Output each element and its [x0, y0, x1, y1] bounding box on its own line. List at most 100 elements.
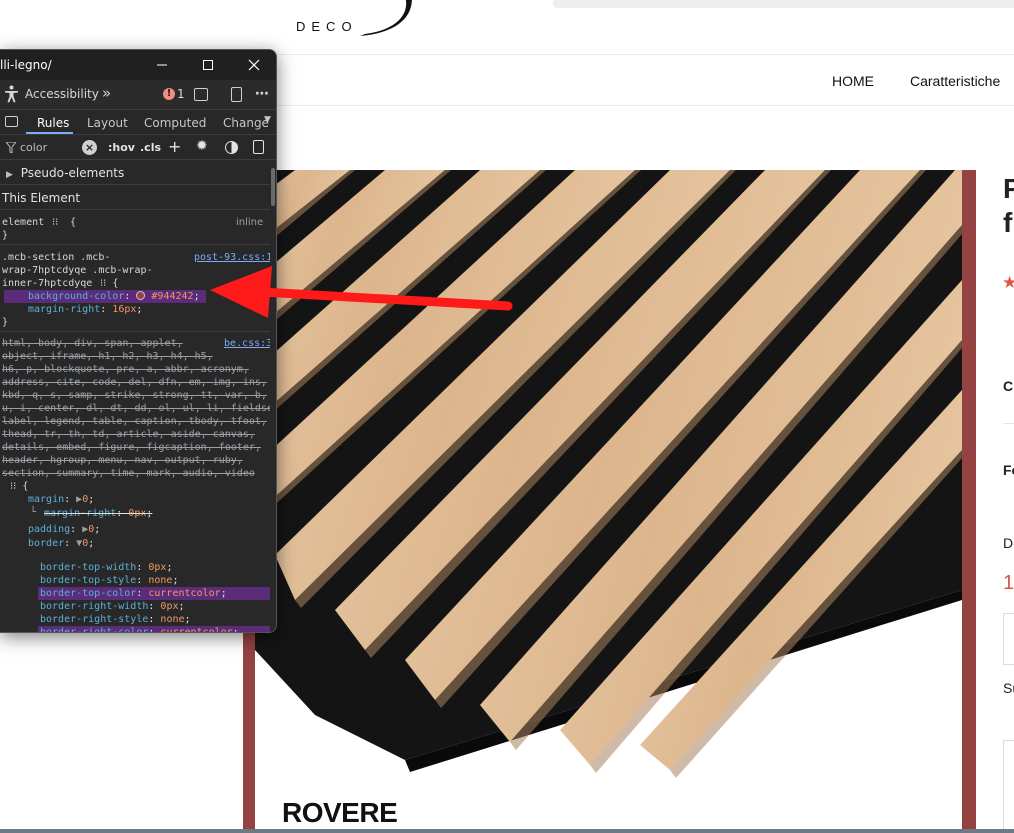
tab-computed[interactable]: Computed [144, 116, 206, 130]
declaration-padding[interactable]: padding: ▶0; [28, 523, 100, 536]
property-value[interactable]: 0px [160, 601, 178, 612]
devtools-titlebar[interactable]: lli-legno/ [0, 50, 276, 80]
tab-changes[interactable]: Change [223, 116, 269, 130]
rule-source-link[interactable]: post-93.css:1 [194, 251, 270, 264]
section-header: This Element [0, 186, 270, 210]
accessibility-icon [5, 85, 18, 103]
issues-icon[interactable]: ! [163, 88, 175, 100]
property-value[interactable]: 16px [112, 304, 136, 315]
hover-state-button[interactable]: :hov [108, 141, 135, 154]
declaration-margin-right[interactable]: margin-right: 16px; [28, 303, 142, 316]
info-label-fo: Fo [1003, 462, 1014, 478]
devtools-window[interactable]: lli-legno/ Accessibility » ! 1 ⋯ Rules L… [0, 49, 277, 633]
rule-selector: address, cite, code, del, dfn, em, img, … [2, 377, 267, 388]
property-value[interactable]: 0px [128, 508, 146, 519]
longhand-declaration[interactable]: border-right-width: 0px; [40, 600, 185, 613]
rule-selector: thead, tr, th, td, article, aside, canva… [2, 429, 255, 440]
grid-icon: ⁝⁝ { [100, 278, 119, 289]
styles-scrollbar[interactable] [271, 168, 275, 206]
styles-filter-bar: color × :hov .cls + ✹ [0, 136, 276, 160]
property-name: border-top-color [40, 588, 137, 599]
property-value[interactable]: #944242 [151, 291, 193, 302]
minimize-icon [157, 64, 167, 66]
grid-icon: ⁝⁝ [52, 217, 59, 228]
pseudo-elements-label: Pseudo-elements [20, 166, 125, 180]
declaration-margin-right-overridden[interactable]: margin-right: 0px; [44, 507, 152, 520]
longhand-declaration[interactable]: border-top-style: none; [40, 574, 179, 587]
declaration-background-color[interactable]: background-color: #944242; [28, 290, 200, 303]
tab-accessibility[interactable]: Accessibility [25, 87, 99, 101]
longhand-declaration[interactable]: border-top-width: 0px; [40, 561, 172, 574]
rule-source-link[interactable]: be.css:3 [224, 337, 270, 350]
element-style-rule[interactable]: element ⁝⁝ { inline } [0, 211, 270, 245]
site-nav: HOME Caratteristiche [278, 55, 1014, 105]
info-label-d: D [1003, 535, 1014, 551]
reset-rule[interactable]: be.css:3 html, body, div, span, applet, … [0, 333, 270, 632]
site-search-bar[interactable] [553, 0, 1014, 8]
quantity-input[interactable] [1003, 613, 1014, 665]
tab-rules[interactable]: Rules [37, 116, 69, 130]
more-tabs-icon[interactable]: » [102, 84, 111, 102]
property-name: border-right-style [40, 614, 149, 625]
taskbar-edge [0, 829, 1014, 833]
maximize-button[interactable] [197, 54, 219, 76]
contrast-icon[interactable] [225, 141, 238, 154]
active-tab-indicator [26, 132, 73, 134]
product-name-line1: P [1003, 173, 1014, 204]
class-toggle-button[interactable]: .cls [140, 141, 161, 154]
chevron-down-icon[interactable]: ▼ [264, 115, 271, 125]
property-value[interactable]: currentcolor [148, 588, 220, 599]
window-title: lli-legno/ [0, 58, 52, 72]
rule-selector: inner-7hptcdyqe [2, 278, 93, 289]
rule-source: inline [236, 217, 264, 228]
logo-text[interactable]: DECO [296, 19, 358, 34]
rule-selector: wrap-7hptcdyqe .mcb-wrap- [2, 265, 153, 276]
rule-selector: kbd, q, s, samp, strike, strong, tt, var… [2, 390, 267, 401]
minimize-button[interactable] [151, 54, 173, 76]
clear-filter-icon[interactable]: × [82, 140, 97, 155]
panel-layout-icon[interactable] [194, 88, 208, 101]
declaration-margin[interactable]: margin: ▶0; [28, 493, 94, 506]
longhand-declaration[interactable]: border-right-color: currentcolor; [40, 626, 239, 632]
device-toolbar-icon[interactable] [231, 87, 242, 102]
property-name: background-color [28, 291, 125, 302]
property-value[interactable]: none [148, 575, 172, 586]
more-options-icon[interactable]: ⋯ [255, 86, 269, 102]
product-price: 1 [1003, 572, 1014, 594]
rule-selector: element [2, 217, 45, 228]
rule-selector: header, hgroup, menu, nav, output, ruby, [2, 455, 243, 466]
nav-caratteristiche-link[interactable]: Caratteristiche [910, 73, 1000, 89]
property-name: padding [28, 524, 71, 535]
styles-tabbar: Rules Layout Computed Change ▼ [0, 111, 276, 135]
color-swatch[interactable] [136, 291, 146, 300]
rule-brace-open: { [70, 217, 77, 228]
property-name: border-top-width [40, 562, 137, 573]
close-button[interactable] [243, 54, 265, 76]
site-header: DECO [0, 0, 1014, 54]
nav-home-link[interactable]: HOME [832, 73, 874, 89]
filter-input[interactable]: color [20, 141, 47, 154]
maximize-icon [203, 60, 213, 70]
info-box [1003, 740, 1014, 833]
property-value[interactable]: none [160, 614, 184, 625]
product-title: ROVERE [282, 797, 398, 828]
rule-selector: html, body, div, span, applet, [2, 338, 183, 349]
color-scheme-icon[interactable]: ✹ [196, 138, 208, 154]
add-rule-icon[interactable]: + [168, 137, 181, 156]
chevron-right-icon[interactable]: ▶ [6, 170, 13, 180]
longhand-declaration[interactable]: border-top-color: currentcolor; [40, 587, 227, 600]
declaration-border[interactable]: border: ▼0; [28, 537, 94, 550]
longhand-declaration[interactable]: border-right-style: none; [40, 613, 191, 626]
toggle-sidebar-icon[interactable] [5, 116, 18, 127]
property-value[interactable]: currentcolor [160, 627, 232, 632]
rule-selector: .mcb-section .mcb- [2, 252, 111, 263]
property-value[interactable]: 0px [148, 562, 166, 573]
issues-count[interactable]: 1 [177, 87, 185, 101]
tab-layout[interactable]: Layout [87, 116, 128, 130]
computed-sidebar-icon[interactable] [253, 140, 264, 154]
mcb-section-rule[interactable]: .mcb-section .mcb- post-93.css:1 wrap-7h… [0, 246, 270, 332]
divider [1003, 423, 1014, 424]
info-label-c: C [1003, 378, 1014, 394]
pseudo-elements-row[interactable]: ▶ Pseudo-elements [0, 161, 270, 185]
rating-star-icon: ★ [1002, 273, 1014, 292]
